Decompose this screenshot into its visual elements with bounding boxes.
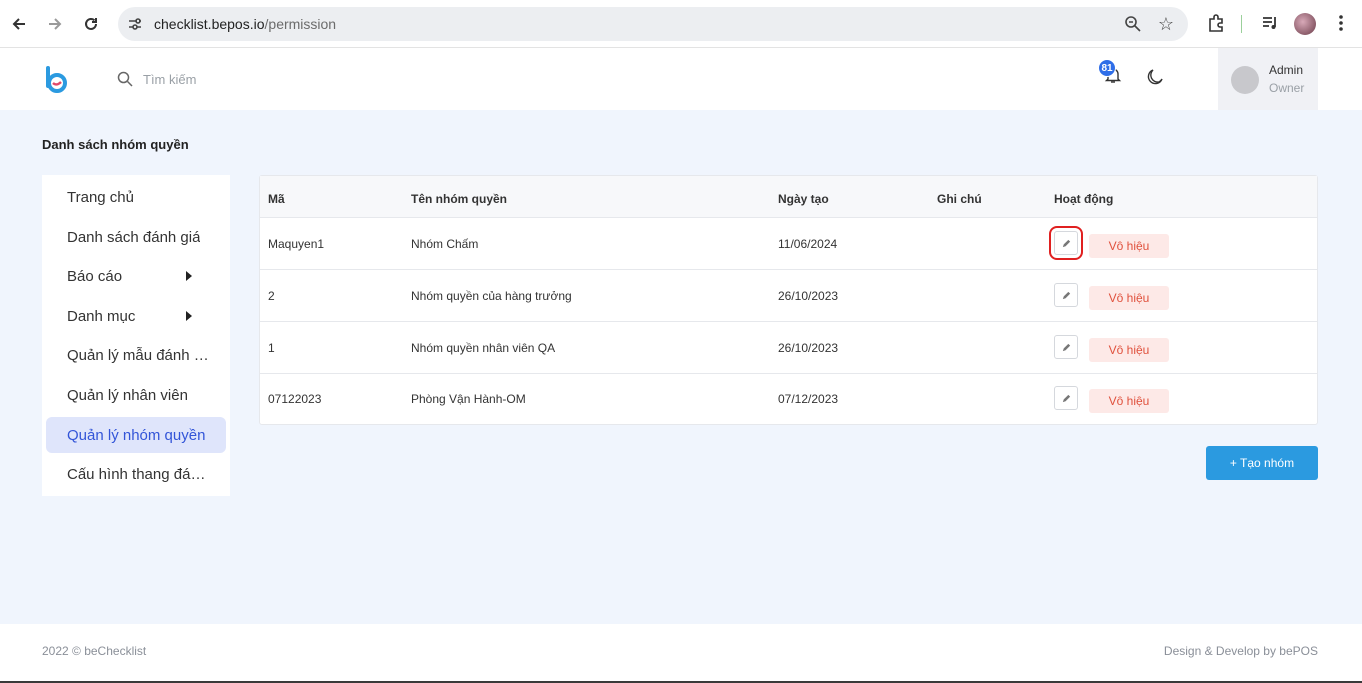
permission-group-table: Mã Tên nhóm quyền Ngày tạo Ghi chú Hoạt … bbox=[259, 175, 1318, 425]
sidebar-item-label: Cấu hình thang đánh giá bbox=[67, 465, 212, 483]
table-row: 1 Nhóm quyền nhân viên QA 26/10/2023 Vô … bbox=[260, 322, 1317, 374]
footer: 2022 © beChecklist Design & Develop by b… bbox=[0, 624, 1362, 681]
dark-mode-moon-icon[interactable] bbox=[1147, 67, 1165, 85]
edit-button[interactable] bbox=[1054, 283, 1078, 307]
address-bar[interactable]: checklist.bepos.io/permission ☆ bbox=[118, 7, 1188, 41]
zoom-icon[interactable] bbox=[1124, 15, 1142, 33]
cell-name: Nhóm Chấm bbox=[411, 237, 479, 251]
create-group-button[interactable]: + Tạo nhóm bbox=[1206, 446, 1318, 480]
browser-toolbar: checklist.bepos.io/permission ☆ bbox=[0, 0, 1362, 48]
disable-button[interactable]: Vô hiệu bbox=[1089, 286, 1169, 310]
browser-menu-icon[interactable] bbox=[1332, 13, 1350, 33]
cell-created: 26/10/2023 bbox=[778, 341, 839, 355]
sidebar-item-label: Danh mục bbox=[67, 307, 136, 325]
disable-button[interactable]: Vô hiệu bbox=[1089, 234, 1169, 258]
main-content: Danh sách nhóm quyền Trang chủ Danh sách… bbox=[0, 110, 1362, 624]
user-role: Owner bbox=[1269, 81, 1305, 95]
pencil-icon bbox=[1062, 343, 1070, 351]
disable-button[interactable]: Vô hiệu bbox=[1089, 389, 1169, 413]
sidebar-item-categories[interactable]: Danh mục bbox=[46, 298, 226, 334]
disable-button[interactable]: Vô hiệu bbox=[1089, 338, 1169, 362]
cell-name: Nhóm quyền của hàng trưởng bbox=[411, 289, 572, 303]
user-avatar bbox=[1231, 66, 1259, 94]
pencil-icon bbox=[1062, 291, 1070, 299]
url-host: checklist.bepos.io bbox=[154, 16, 265, 32]
forward-icon[interactable] bbox=[43, 12, 67, 36]
table-row: Maquyen1 Nhóm Chấm 11/06/2024 Vô hiệu bbox=[260, 218, 1317, 270]
table-row: 07122023 Phòng Vận Hành-OM 07/12/2023 Vô… bbox=[260, 373, 1317, 425]
search-icon[interactable] bbox=[117, 71, 133, 87]
sidebar-item-label: Quản lý nhân viên bbox=[67, 386, 188, 404]
site-settings-icon[interactable] bbox=[126, 15, 144, 33]
cell-created: 11/06/2024 bbox=[778, 237, 838, 251]
sidebar-item-templates[interactable]: Quản lý mẫu đánh giá bbox=[46, 337, 226, 373]
pencil-icon bbox=[1062, 239, 1070, 247]
cell-code: 07122023 bbox=[268, 392, 322, 406]
table-row: 2 Nhóm quyền của hàng trưởng 26/10/2023 … bbox=[260, 270, 1317, 322]
cell-code: 1 bbox=[268, 341, 275, 355]
url-path: /permission bbox=[264, 16, 337, 32]
edit-button[interactable] bbox=[1054, 335, 1078, 359]
sidebar-item-permission-groups[interactable]: Quản lý nhóm quyền bbox=[46, 417, 226, 453]
cell-created: 07/12/2023 bbox=[778, 392, 839, 406]
search-input[interactable]: Tìm kiếm bbox=[143, 72, 196, 87]
sidebar-item-label: Trang chủ bbox=[67, 188, 134, 206]
media-control-icon[interactable] bbox=[1260, 13, 1280, 33]
sidebar-item-employees[interactable]: Quản lý nhân viên bbox=[46, 377, 226, 413]
bechecklist-logo[interactable] bbox=[44, 64, 68, 94]
column-header-actions: Hoạt động bbox=[1054, 192, 1114, 206]
sidebar-item-label: Quản lý nhóm quyền bbox=[67, 426, 206, 444]
sidebar-item-label: Báo cáo bbox=[67, 267, 123, 285]
column-header-note: Ghi chú bbox=[937, 192, 982, 206]
cell-name: Nhóm quyền nhân viên QA bbox=[411, 341, 556, 355]
cell-code: Maquyen1 bbox=[268, 237, 325, 251]
cell-created: 26/10/2023 bbox=[778, 289, 839, 303]
edit-button[interactable] bbox=[1049, 226, 1083, 260]
column-header-name: Tên nhóm quyền bbox=[411, 192, 507, 206]
footer-credit: Design & Develop by bePOS bbox=[1163, 644, 1318, 658]
bookmark-star-icon[interactable]: ☆ bbox=[1158, 14, 1174, 35]
footer-copyright: 2022 © beChecklist bbox=[42, 644, 147, 658]
reload-icon[interactable] bbox=[79, 12, 103, 36]
user-menu[interactable]: Admin Owner bbox=[1218, 48, 1318, 110]
sidebar: Trang chủ Danh sách đánh giá Báo cáo Dan… bbox=[42, 175, 230, 496]
edit-button[interactable] bbox=[1054, 386, 1078, 410]
column-header-created: Ngày tạo bbox=[778, 192, 829, 206]
sidebar-item-label: Quản lý mẫu đánh giá bbox=[67, 346, 212, 364]
sidebar-item-rating-scale[interactable]: Cấu hình thang đánh giá bbox=[46, 456, 226, 492]
url-text[interactable]: checklist.bepos.io/permission bbox=[154, 16, 336, 32]
pencil-icon bbox=[1062, 394, 1070, 402]
column-header-code: Mã bbox=[268, 192, 285, 206]
notification-count-badge: 81 bbox=[1098, 59, 1116, 77]
cell-code: 2 bbox=[268, 289, 275, 303]
back-icon[interactable] bbox=[7, 12, 31, 36]
sidebar-item-label: Danh sách đánh giá bbox=[67, 228, 201, 246]
sidebar-item-reports[interactable]: Báo cáo bbox=[46, 258, 226, 294]
app-header: Tìm kiếm 81 Admin Owner bbox=[0, 48, 1362, 110]
toolbar-divider bbox=[1241, 15, 1242, 33]
table-header: Mã Tên nhóm quyền Ngày tạo Ghi chú Hoạt … bbox=[260, 176, 1317, 218]
sidebar-item-home[interactable]: Trang chủ bbox=[46, 179, 226, 215]
extensions-icon[interactable] bbox=[1206, 13, 1226, 33]
sidebar-item-reviews[interactable]: Danh sách đánh giá bbox=[46, 219, 226, 255]
page-title: Danh sách nhóm quyền bbox=[42, 137, 189, 152]
expand-caret-icon bbox=[186, 311, 192, 321]
profile-avatar-icon[interactable] bbox=[1294, 13, 1316, 35]
user-name: Admin bbox=[1269, 63, 1304, 77]
cell-name: Phòng Vận Hành-OM bbox=[411, 392, 526, 406]
expand-caret-icon bbox=[186, 271, 192, 281]
